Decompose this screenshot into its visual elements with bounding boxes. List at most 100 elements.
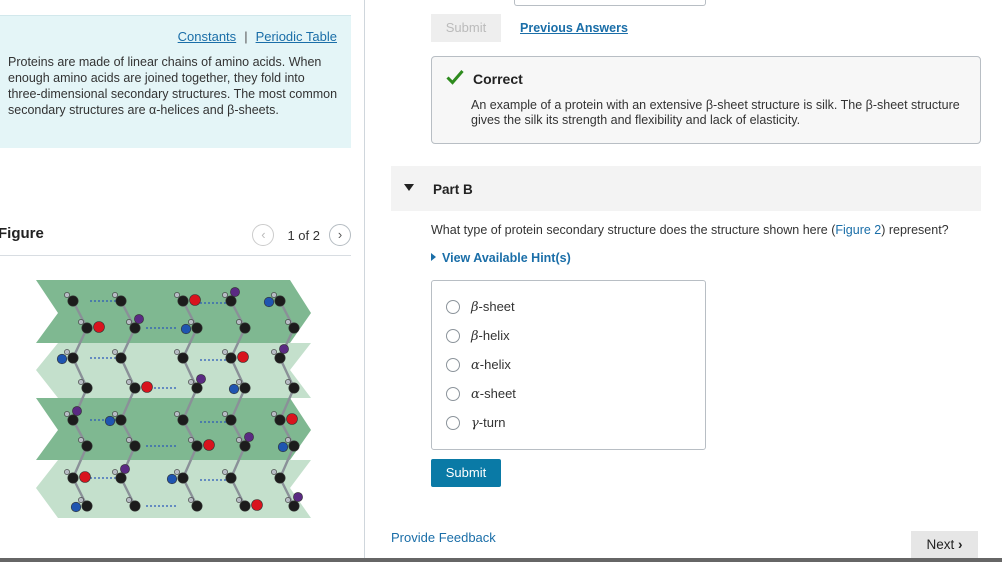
part-b-submit-button[interactable]: Submit — [431, 459, 501, 487]
atom-H — [236, 497, 242, 503]
atom-C — [67, 352, 79, 364]
atom-N — [263, 296, 275, 308]
atom-R — [279, 344, 289, 354]
atom-C — [177, 414, 189, 426]
question-text-start: What type of protein secondary structure… — [431, 223, 836, 237]
atom-C — [225, 295, 237, 307]
atom-H — [236, 437, 242, 443]
atom-O — [203, 439, 215, 451]
atom-H — [285, 437, 291, 443]
atom-C — [288, 500, 300, 512]
atom-O — [141, 381, 153, 393]
radio-button[interactable] — [446, 387, 460, 401]
intro-box: Constants | Periodic Table Proteins are ma… — [0, 15, 351, 148]
figure-2-link[interactable]: Figure 2 — [835, 223, 881, 237]
previous-answer-box-edge — [514, 0, 706, 6]
atom-H — [112, 292, 118, 298]
part-b-label: Part B — [433, 182, 473, 197]
figure-prev-button[interactable]: ‹ — [252, 224, 275, 246]
feedback-title: Correct — [473, 71, 523, 87]
atom-C — [115, 352, 127, 364]
radio-button[interactable] — [446, 358, 460, 372]
figure-next-button[interactable]: › — [329, 224, 351, 246]
atom-C — [274, 472, 286, 484]
option-label: α-sheet — [471, 386, 516, 402]
atom-H — [236, 379, 242, 385]
atom-H — [285, 319, 291, 325]
atom-H — [271, 349, 277, 355]
periodic-table-link[interactable]: Periodic Table — [256, 29, 337, 44]
atom-R — [293, 492, 303, 502]
atom-H — [78, 497, 84, 503]
atom-C — [177, 472, 189, 484]
atom-R — [134, 314, 144, 324]
atom-O — [286, 413, 298, 425]
atom-N — [228, 383, 240, 395]
option-alpha-sheet[interactable]: α-sheet — [446, 385, 516, 403]
atom-H — [126, 497, 132, 503]
atom-C — [81, 322, 93, 334]
beta-sheet-figure — [36, 280, 311, 518]
option-beta-sheet[interactable]: β-sheet — [446, 298, 515, 316]
option-gamma-turn[interactable]: γ-turn — [446, 414, 506, 432]
atom-H — [188, 497, 194, 503]
atom-O — [93, 321, 105, 333]
atom-H — [112, 411, 118, 417]
feedback-text: An example of a protein with an extensiv… — [471, 98, 960, 127]
provide-feedback-link[interactable]: Provide Feedback — [391, 530, 496, 545]
atom-C — [129, 500, 141, 512]
option-label: β-helix — [471, 328, 510, 344]
atom-H — [271, 469, 277, 475]
atom-H — [64, 349, 70, 355]
atom-C — [288, 382, 300, 394]
atom-C — [191, 500, 203, 512]
atom-H — [174, 349, 180, 355]
atom-C — [239, 440, 251, 452]
left-panel: Constants | Periodic Table Proteins are ma… — [0, 0, 365, 562]
atom-H — [236, 319, 242, 325]
atom-N — [56, 353, 68, 365]
question-text: What type of protein secondary structure… — [431, 223, 949, 237]
atom-H — [285, 497, 291, 503]
atom-C — [81, 500, 93, 512]
atom-C — [274, 295, 286, 307]
figure-title: Figure — [0, 225, 44, 242]
atom-C — [288, 440, 300, 452]
radio-button[interactable] — [446, 329, 460, 343]
atom-C — [115, 414, 127, 426]
atom-H — [188, 379, 194, 385]
atom-O — [251, 499, 263, 511]
figure-header: Figure ‹ 1 of 2 › — [0, 222, 351, 256]
radio-button[interactable] — [446, 300, 460, 314]
atom-C — [67, 295, 79, 307]
atom-N — [70, 501, 82, 513]
atom-H — [78, 437, 84, 443]
previous-answers-link[interactable]: Previous Answers — [520, 21, 628, 35]
atom-C — [129, 382, 141, 394]
atom-C — [239, 500, 251, 512]
atom-H — [222, 292, 228, 298]
atom-H — [78, 379, 84, 385]
atom-C — [81, 382, 93, 394]
view-hints-link[interactable]: View Available Hint(s) — [431, 251, 571, 265]
atom-R — [120, 464, 130, 474]
atom-N — [180, 323, 192, 335]
atom-C — [239, 382, 251, 394]
radio-button[interactable] — [446, 416, 460, 430]
atom-O — [189, 294, 201, 306]
atom-C — [225, 472, 237, 484]
atom-C — [191, 440, 203, 452]
atom-H — [174, 411, 180, 417]
part-b-header[interactable]: Part B — [391, 166, 981, 211]
part-a-submit-button: Submit — [431, 14, 501, 42]
next-button[interactable]: Next › — [911, 531, 978, 559]
atom-C — [177, 295, 189, 307]
option-beta-helix[interactable]: β-helix — [446, 327, 510, 345]
view-hints-label: View Available Hint(s) — [442, 251, 571, 265]
caret-right-icon — [431, 253, 436, 261]
atom-R — [244, 432, 254, 442]
atom-H — [174, 469, 180, 475]
option-alpha-helix[interactable]: α-helix — [446, 356, 511, 374]
constants-link[interactable]: Constants — [178, 29, 237, 44]
atom-H — [64, 469, 70, 475]
